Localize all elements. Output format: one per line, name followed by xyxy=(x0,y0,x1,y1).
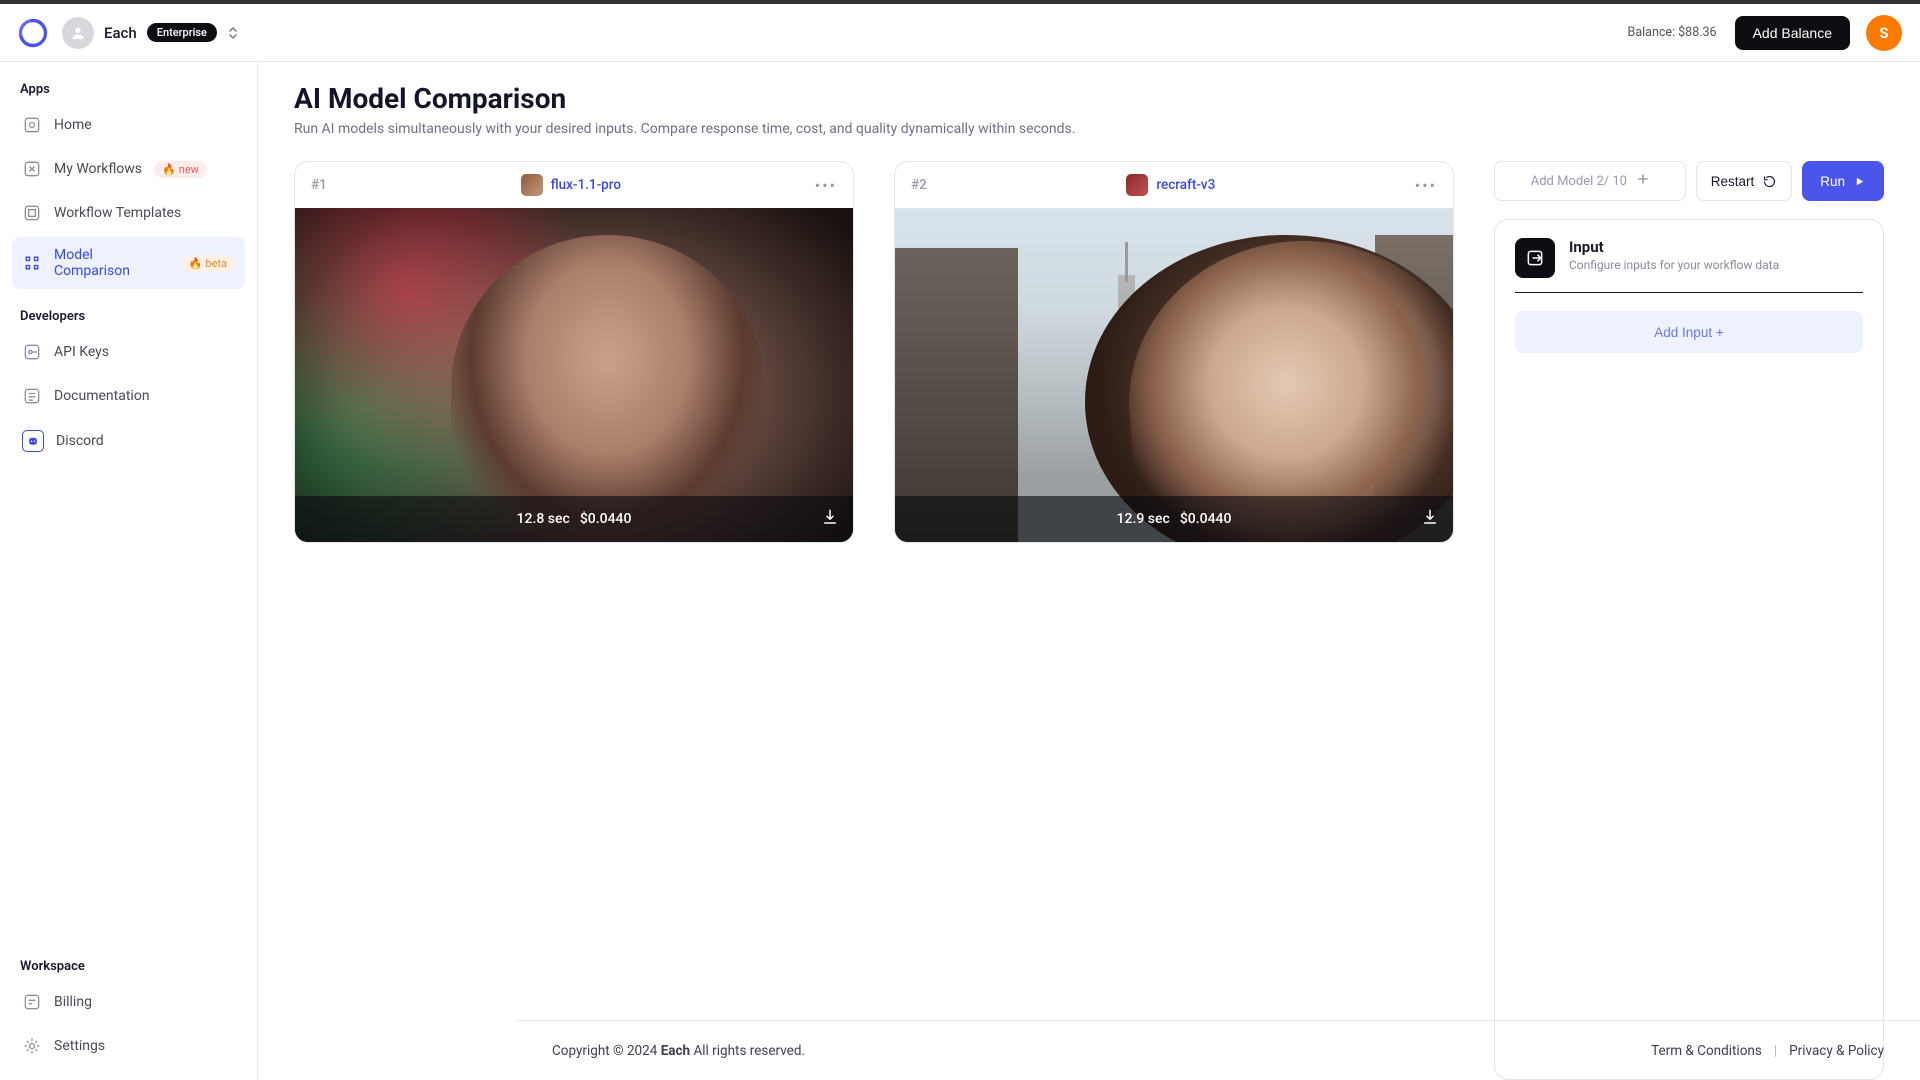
card-menu-icon[interactable]: ••• xyxy=(1415,176,1437,195)
sidebar-item-model-comparison[interactable]: Model Comparison 🔥beta xyxy=(12,237,245,289)
sidebar-item-label: Billing xyxy=(54,994,92,1010)
sidebar-item-api-keys[interactable]: API Keys xyxy=(12,332,245,372)
sidebar-item-settings[interactable]: Settings xyxy=(12,1026,245,1066)
footer: Copyright © 2024 Each All rights reserve… xyxy=(516,1020,1920,1080)
download-icon[interactable] xyxy=(821,508,839,530)
new-badge: 🔥new xyxy=(154,161,207,178)
workspace-switcher-icon[interactable] xyxy=(227,26,239,40)
result-time: 12.8 sec xyxy=(517,511,570,527)
sidebar-item-my-workflows[interactable]: My Workflows 🔥new xyxy=(12,149,245,189)
sidebar-item-discord[interactable]: Discord xyxy=(12,420,245,462)
settings-icon xyxy=(22,1036,42,1056)
card-header: #1 flux-1.1-pro ••• xyxy=(295,162,853,208)
result-cost: $0.0440 xyxy=(1180,511,1232,527)
user-avatar[interactable]: S xyxy=(1866,15,1902,51)
balance-label: Balance: $88.36 xyxy=(1628,25,1717,40)
input-title: Input xyxy=(1569,238,1779,256)
result-stats-bar: 12.8 sec $0.0440 xyxy=(295,496,853,542)
documentation-icon xyxy=(22,386,42,406)
sidebar-item-label: Documentation xyxy=(54,388,150,404)
input-card: Input Configure inputs for your workflow… xyxy=(1494,219,1884,1080)
sidebar-item-label: API Keys xyxy=(54,344,109,360)
sidebar: Apps Home My Workflows 🔥new Workflow Tem… xyxy=(0,62,258,1080)
card-menu-icon[interactable]: ••• xyxy=(815,176,837,195)
restart-button[interactable]: Restart xyxy=(1696,161,1793,201)
input-subtitle: Configure inputs for your workflow data xyxy=(1569,258,1779,272)
templates-icon xyxy=(22,203,42,223)
plan-badge: Enterprise xyxy=(147,23,217,42)
sidebar-section-workspace: Workspace xyxy=(12,953,245,978)
model-cards-area: #1 flux-1.1-pro ••• 12.8 sec xyxy=(294,161,1454,1080)
sidebar-item-label: Settings xyxy=(54,1038,105,1054)
model-thumbnail-icon xyxy=(521,174,543,196)
sidebar-item-label: Model Comparison xyxy=(54,247,169,279)
download-icon[interactable] xyxy=(1421,508,1439,530)
footer-terms-link[interactable]: Term & Conditions xyxy=(1651,1043,1762,1059)
workspace-avatar[interactable] xyxy=(62,17,94,49)
card-header: #2 recraft-v3 ••• xyxy=(895,162,1453,208)
input-icon xyxy=(1515,238,1555,278)
model-name: recraft-v3 xyxy=(1156,177,1215,193)
fire-icon: 🔥 xyxy=(162,163,176,176)
key-icon xyxy=(22,342,42,362)
home-icon xyxy=(22,115,42,135)
restart-icon xyxy=(1762,174,1777,189)
workspace-name: Each xyxy=(104,24,137,42)
add-balance-button[interactable]: Add Balance xyxy=(1735,16,1850,50)
sidebar-item-documentation[interactable]: Documentation xyxy=(12,376,245,416)
billing-icon xyxy=(22,992,42,1012)
sidebar-section-developers: Developers xyxy=(12,303,245,328)
main-content: AI Model Comparison Run AI models simult… xyxy=(258,62,1920,1080)
fire-icon: 🔥 xyxy=(189,257,203,270)
result-stats-bar: 12.9 sec $0.0440 xyxy=(895,496,1453,542)
app-logo xyxy=(18,18,48,48)
sidebar-item-label: My Workflows xyxy=(54,161,142,177)
result-image: 12.9 sec $0.0440 xyxy=(895,208,1453,542)
play-icon xyxy=(1853,175,1866,188)
right-panel: Add Model 2/ 10 Restart Run xyxy=(1494,161,1884,1080)
result-cost: $0.0440 xyxy=(580,511,632,527)
beta-badge: 🔥beta xyxy=(181,255,235,272)
model-selector[interactable]: recraft-v3 xyxy=(927,174,1415,196)
run-label: Run xyxy=(1820,174,1845,189)
discord-icon xyxy=(22,430,44,452)
model-card: #2 recraft-v3 ••• xyxy=(894,161,1454,543)
add-model-label: Add Model 2/ 10 xyxy=(1531,174,1627,189)
card-index: #1 xyxy=(311,177,327,193)
footer-separator: | xyxy=(1774,1043,1777,1059)
footer-privacy-link[interactable]: Privacy & Policy xyxy=(1789,1043,1884,1059)
result-image: 12.8 sec $0.0440 xyxy=(295,208,853,542)
model-name: flux-1.1-pro xyxy=(551,177,621,193)
sidebar-item-workflow-templates[interactable]: Workflow Templates xyxy=(12,193,245,233)
plus-icon xyxy=(1637,173,1649,189)
restart-label: Restart xyxy=(1711,174,1755,189)
model-card: #1 flux-1.1-pro ••• 12.8 sec xyxy=(294,161,854,543)
sidebar-item-home[interactable]: Home xyxy=(12,105,245,145)
run-button[interactable]: Run xyxy=(1802,161,1884,201)
add-model-button[interactable]: Add Model 2/ 10 xyxy=(1494,161,1686,201)
model-thumbnail-icon xyxy=(1126,174,1148,196)
sidebar-item-label: Discord xyxy=(56,433,104,449)
add-input-button[interactable]: Add Input + xyxy=(1515,311,1863,353)
comparison-icon xyxy=(22,253,42,273)
sidebar-item-billing[interactable]: Billing xyxy=(12,982,245,1022)
page-subtitle: Run AI models simultaneously with your d… xyxy=(294,121,1884,137)
sidebar-item-label: Workflow Templates xyxy=(54,205,181,221)
result-time: 12.9 sec xyxy=(1117,511,1170,527)
sidebar-section-apps: Apps xyxy=(12,76,245,101)
footer-copyright: Copyright © 2024 Each All rights reserve… xyxy=(552,1043,805,1059)
page-title: AI Model Comparison xyxy=(294,82,1884,115)
sidebar-item-label: Home xyxy=(54,117,92,133)
card-index: #2 xyxy=(911,177,927,193)
workflows-icon xyxy=(22,159,42,179)
app-header: Each Enterprise Balance: $88.36 Add Bala… xyxy=(0,0,1920,62)
model-selector[interactable]: flux-1.1-pro xyxy=(327,174,815,196)
